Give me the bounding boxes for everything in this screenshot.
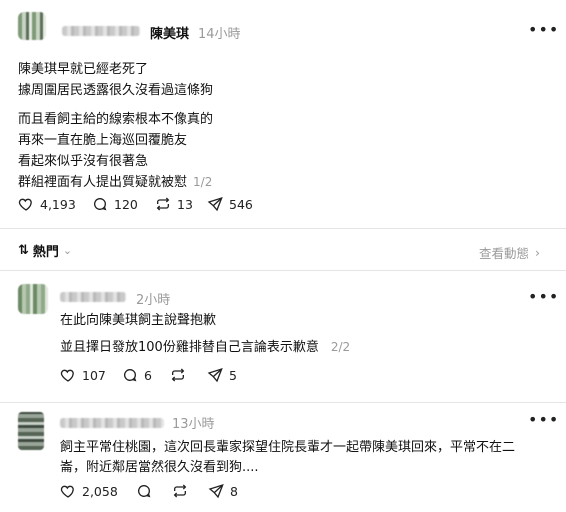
- send-icon: [207, 367, 223, 383]
- repost-button[interactable]: 13: [155, 196, 193, 212]
- share-count: 5: [229, 367, 237, 383]
- reply-avatar[interactable]: [18, 412, 44, 450]
- like-button[interactable]: 107: [60, 367, 106, 383]
- comment-button[interactable]: [136, 483, 152, 499]
- repost-count: 13: [177, 196, 193, 212]
- post-line: 再來一直在脆上海巡回覆脆友: [18, 133, 188, 148]
- repost-button[interactable]: [170, 367, 186, 383]
- view-activity-label: 查看動態: [479, 246, 530, 261]
- comment-button[interactable]: 120: [92, 196, 138, 212]
- sort-label: 熱門: [32, 245, 59, 260]
- blurred-username: [62, 26, 140, 36]
- more-dots-icon[interactable]: •••: [528, 20, 559, 39]
- like-button[interactable]: 4,193: [18, 196, 76, 212]
- like-button[interactable]: 2,058: [60, 483, 118, 499]
- like-count: 2,058: [82, 483, 118, 499]
- post-pager: 1/2: [193, 175, 213, 189]
- reply-line-last: 並且擇日發放100份雞排替自己言論表示歉意 2/2: [60, 336, 350, 355]
- post-line: 而且看飼主給的線索根本不像真的: [18, 112, 214, 127]
- reply-line: 崙，附近鄰居當然很久沒看到狗....: [60, 460, 259, 475]
- comment-count: 6: [144, 367, 152, 383]
- reply-line-text: 並且擇日發放100份雞排替自己言論表示歉意: [60, 340, 319, 355]
- blurred-username: [60, 292, 126, 302]
- divider: [0, 402, 566, 403]
- reply-avatar[interactable]: [18, 284, 48, 314]
- blurred-username: [60, 418, 164, 428]
- divider: [0, 270, 566, 271]
- heart-icon: [60, 485, 74, 498]
- reply-pager: 2/2: [330, 340, 351, 354]
- send-icon: [208, 483, 224, 499]
- repost-icon: [156, 197, 170, 211]
- reply-line: 在此向陳美琪飼主說聲抱歉: [60, 313, 217, 328]
- share-button[interactable]: 5: [207, 367, 237, 383]
- view-activity-link[interactable]: 查看動態 ›: [479, 243, 540, 262]
- divider: [0, 228, 566, 229]
- heart-icon: [18, 198, 32, 211]
- comment-icon: [138, 485, 151, 498]
- comment-count: 120: [114, 196, 138, 212]
- repost-icon: [171, 368, 185, 382]
- author-name[interactable]: 陳美琪: [150, 23, 189, 42]
- post-line-text: 群組裡面有人提出質疑就被懟: [18, 175, 188, 190]
- comment-button[interactable]: 6: [122, 367, 152, 383]
- repost-button[interactable]: [172, 483, 188, 499]
- author-avatar[interactable]: [18, 12, 46, 40]
- post-line: 陳美琪早就已經老死了: [18, 62, 149, 77]
- post-time: 14小時: [198, 27, 241, 42]
- reply-time: 2小時: [136, 293, 171, 308]
- reply-line: 飼主平常住桃園，這次回長輩家探望住院長輩才一起帶陳美琪回來，平常不在二: [60, 440, 516, 455]
- share-button[interactable]: 546: [207, 196, 253, 212]
- post-line: 據周圍居民透露很久沒看過這條狗: [18, 83, 214, 98]
- reply-time: 13小時: [172, 417, 215, 432]
- comment-icon: [94, 198, 107, 211]
- share-count: 8: [230, 483, 238, 499]
- repost-icon: [173, 484, 187, 498]
- sort-icon: ⇅: [18, 243, 29, 258]
- more-dots-icon[interactable]: •••: [528, 287, 559, 306]
- share-count: 546: [229, 196, 253, 212]
- like-count: 107: [82, 367, 106, 383]
- share-button[interactable]: 8: [208, 483, 238, 499]
- like-count: 4,193: [40, 196, 76, 212]
- send-icon: [207, 196, 223, 212]
- post-line-last: 群組裡面有人提出質疑就被懟 1/2: [18, 171, 212, 190]
- sort-dropdown[interactable]: ⇅ 熱門 ⌄: [18, 241, 72, 260]
- comment-icon: [124, 369, 137, 382]
- post-line: 看起來似乎沒有很著急: [18, 154, 149, 169]
- more-dots-icon[interactable]: •••: [528, 410, 559, 429]
- chevron-right-icon: ›: [535, 245, 541, 260]
- heart-icon: [60, 369, 74, 382]
- chevron-down-icon: ⌄: [62, 244, 73, 257]
